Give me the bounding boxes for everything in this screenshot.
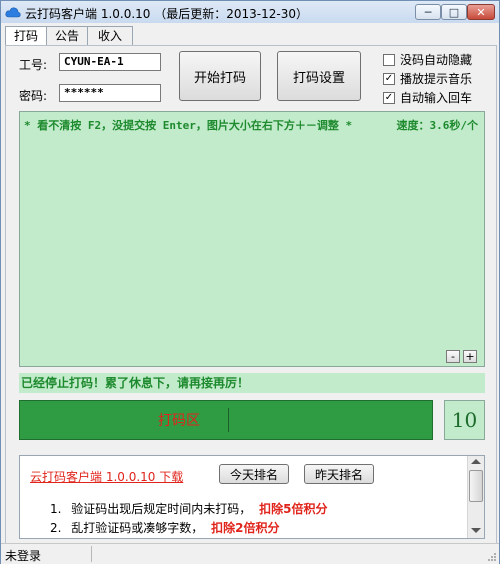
window-title: 云打码客户端 1.0.0.10 （最后更新：2013-12-30） [25,7,308,21]
play-sound-checkbox[interactable]: ✓ 播放提示音乐 [383,70,472,87]
rule-number: 2. [50,521,62,535]
tab-income[interactable]: 收入 [87,26,133,46]
close-button[interactable]: ✕ [467,4,495,20]
captcha-image-area[interactable]: * 看不清按 F2，没提交按 Enter，图片大小在右下方＋－调整 * 速度：3… [19,111,485,367]
status-divider [91,546,92,562]
cloud-icon [5,7,21,18]
password-field[interactable]: ****** [59,84,161,102]
minimize-button[interactable]: ─ [415,4,441,20]
title-bar[interactable]: 云打码客户端 1.0.0.10 （最后更新：2013-12-30） ─ □ ✕ [1,1,499,23]
maximize-button[interactable]: □ [441,4,467,20]
status-message: 已经停止打码！累了休息下，请再接再厉！ [19,373,485,393]
rule-text: 乱打验证码或凑够字数， [71,521,204,535]
notice-panel: 云打码客户端 1.0.0.10 下载 今天排名 昨天排名 1. 验证码出现后规定… [19,455,485,539]
code-input-bar[interactable]: 打码区 [19,400,433,440]
code-input-placeholder: 打码区 [158,413,200,429]
rule-item: 2. 乱打验证码或凑够字数， 扣除2倍积分 [50,519,279,536]
tab-dama[interactable]: 打码 [5,26,47,47]
speed-text: 速度：3.6秒/个 [396,119,479,132]
auto-enter-checkbox[interactable]: ✓ 自动输入回车 [383,89,472,106]
status-bar: 未登录 [1,543,499,564]
rule-item: 1. 验证码出现后规定时间内未打码， 扣除5倍积分 [50,500,327,517]
enlarge-image-button[interactable]: + [463,350,477,363]
text-cursor [228,408,229,432]
download-link[interactable]: 云打码客户端 1.0.0.10 下载 [30,468,183,485]
checkbox-label: 自动输入回车 [400,91,473,105]
notice-scrollbar[interactable] [467,456,484,538]
scroll-thumb[interactable] [469,470,483,502]
checkbox-box[interactable]: ✓ [383,72,395,85]
tab-notice[interactable]: 公告 [46,26,88,46]
maximize-icon: □ [448,5,460,19]
start-button[interactable]: 开始打码 [179,51,261,101]
code-counter: 10 [444,400,485,440]
password-label: 密码: [19,89,48,103]
rule-text: 验证码出现后规定时间内未打码， [71,502,252,516]
resize-grip-icon[interactable] [487,552,497,562]
login-status: 未登录 [5,549,42,563]
checkbox-label: 播放提示音乐 [400,72,473,86]
id-field[interactable]: CYUN-EA-1 [59,53,161,71]
scroll-up-icon[interactable] [471,459,481,464]
minimize-icon: ─ [424,5,432,19]
auto-hide-checkbox[interactable]: 没码自动隐藏 [383,51,472,68]
today-rank-button[interactable]: 今天排名 [219,464,289,484]
id-label: 工号: [19,58,48,72]
rule-number: 1. [50,502,62,516]
hint-text: * 看不清按 F2，没提交按 Enter，图片大小在右下方＋－调整 * [24,119,353,132]
checkbox-box[interactable] [383,53,395,66]
checkbox-label: 没码自动隐藏 [400,53,473,67]
app-window: 云打码客户端 1.0.0.10 （最后更新：2013-12-30） ─ □ ✕ … [0,0,500,564]
rule-penalty: 扣除5倍积分 [259,502,328,516]
shrink-image-button[interactable]: - [446,350,460,363]
scroll-down-icon[interactable] [471,528,481,533]
close-icon: ✕ [476,5,486,19]
settings-button[interactable]: 打码设置 [277,51,361,101]
checkbox-box[interactable]: ✓ [383,91,395,104]
yesterday-rank-button[interactable]: 昨天排名 [304,464,374,484]
rule-penalty: 扣除2倍积分 [211,521,280,535]
